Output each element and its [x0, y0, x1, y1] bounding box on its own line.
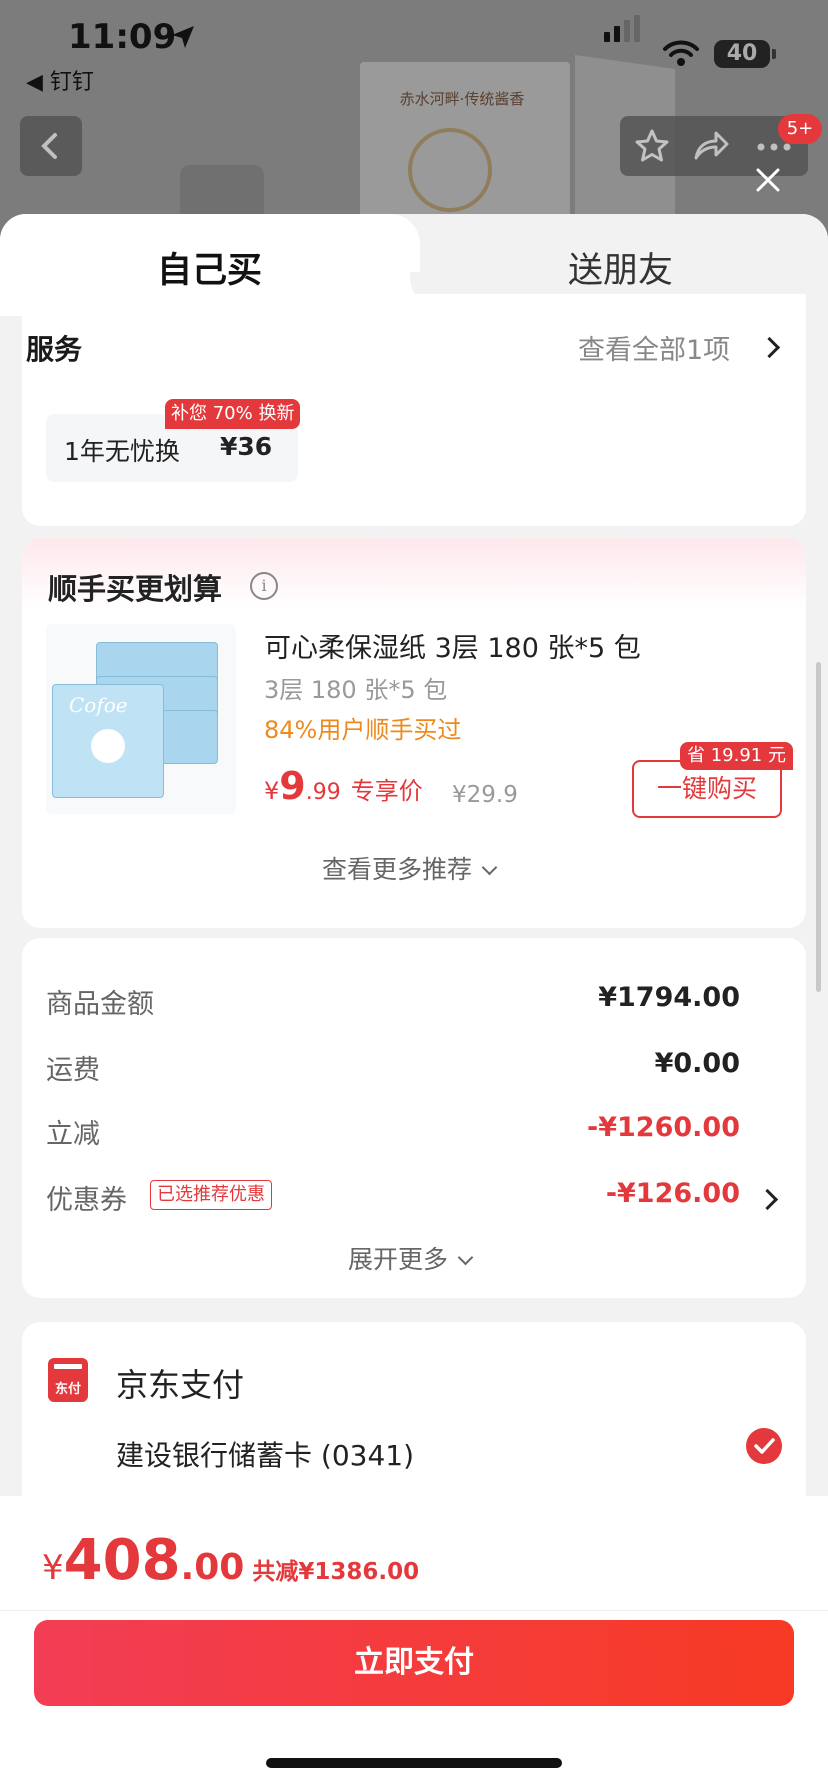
coupon-label: 优惠券 — [46, 1185, 127, 1216]
cart-count-badge: 5+ — [778, 114, 822, 144]
more-recommendations-link[interactable]: 查看更多推荐 — [322, 850, 498, 886]
checkmark-icon[interactable] — [746, 1428, 782, 1464]
bank-card-option[interactable]: 建设银行储蓄卡 (0341) — [116, 1434, 414, 1474]
coupon-value[interactable]: -¥126.00 — [606, 1178, 740, 1209]
save-amount-tag: 省 19.91 元 — [680, 742, 793, 770]
tissue-pack-front: Cofoe — [52, 684, 164, 798]
checkout-sheet: 自己买 送朋友 服务 查看全部1项 1年无忧换 ¥36 补您 70% 换新 顺手… — [0, 214, 828, 1792]
addon-product-spec: 3层 180 张*5 包 — [264, 676, 448, 704]
price-integer: 9 — [279, 764, 306, 808]
addon-price: ¥9.99 专享价 — [264, 764, 423, 808]
total-price: ¥408.00 共减¥1386.00 — [42, 1528, 419, 1593]
total-price-decimal: .00 — [180, 1547, 245, 1588]
tissue-pack-graphic — [91, 729, 125, 763]
more-recommendations-label: 查看更多推荐 — [322, 855, 473, 884]
addon-product-name[interactable]: 可心柔保湿纸 3层 180 张*5 包 — [264, 626, 641, 665]
info-icon[interactable]: i — [250, 572, 278, 600]
tab-gift[interactable]: 送朋友 — [568, 242, 673, 293]
scrollbar[interactable] — [816, 662, 821, 992]
favorite-star-icon[interactable] — [634, 128, 670, 164]
price-symbol: ¥ — [264, 777, 280, 805]
expand-more-link[interactable]: 展开更多 — [348, 1240, 474, 1276]
service-option-price: ¥36 — [220, 432, 273, 461]
exclusive-price-label: 专享价 — [350, 777, 423, 805]
home-indicator — [266, 1758, 562, 1768]
share-icon[interactable] — [692, 128, 730, 164]
service-view-all-link[interactable]: 查看全部1项 — [578, 328, 730, 367]
back-to-app-link[interactable]: ◀ 钉钉 — [26, 64, 94, 96]
total-saved: 共减¥1386.00 — [252, 1559, 420, 1585]
shipping-label: 运费 — [46, 1055, 100, 1086]
total-price-integer: 408 — [63, 1528, 181, 1593]
more-options-icon[interactable] — [756, 142, 792, 152]
pay-now-button[interactable]: 立即支付 — [34, 1620, 794, 1706]
page-back-button[interactable] — [20, 116, 82, 176]
wifi-icon — [663, 40, 699, 66]
coupon-recommended-tag: 已选推荐优惠 — [150, 1180, 272, 1210]
payment-method-name: 京东支付 — [116, 1366, 245, 1404]
total-price-symbol: ¥ — [42, 1548, 64, 1588]
close-icon[interactable] — [752, 164, 784, 196]
chevron-down-icon — [457, 1249, 474, 1266]
goods-amount-label: 商品金额 — [46, 989, 154, 1020]
checkmark-glyph — [754, 1438, 775, 1454]
jd-pay-icon-label: 东付 — [54, 1382, 81, 1397]
status-time: 11:09 — [68, 17, 177, 57]
service-promo-tag: 补您 70% 换新 — [165, 399, 301, 429]
service-title: 服务 — [26, 333, 83, 366]
goods-amount-value: ¥1794.00 — [598, 982, 740, 1013]
location-arrow-icon — [172, 26, 194, 48]
price-decimal: .99 — [305, 780, 341, 805]
original-price: ¥29.9 — [452, 782, 518, 808]
battery-indicator: 40 — [714, 40, 770, 68]
instant-discount-label: 立减 — [46, 1119, 100, 1150]
battery-tip — [772, 49, 776, 59]
footer-divider — [0, 1610, 828, 1611]
tab-self-buy[interactable]: 自己买 — [157, 242, 262, 293]
shipping-value: ¥0.00 — [654, 1048, 740, 1079]
addon-title: 顺手买更划算 — [48, 572, 223, 606]
addon-popularity: 84%用户顺手买过 — [264, 716, 462, 744]
instant-discount-value: -¥1260.00 — [587, 1112, 740, 1143]
addon-product-image[interactable]: Cofoe — [46, 624, 236, 814]
chevron-left-icon — [41, 133, 57, 159]
service-option-name: 1年无忧换 — [64, 437, 180, 466]
product-image-seal — [408, 128, 492, 212]
product-image-caption: 赤水河畔·传统酱香 — [399, 90, 525, 108]
expand-more-label: 展开更多 — [348, 1245, 449, 1274]
jd-pay-icon: 东付 — [48, 1358, 88, 1402]
card-band — [54, 1364, 82, 1369]
chevron-down-icon — [481, 859, 498, 876]
brand-logo: Cofoe — [69, 693, 128, 717]
